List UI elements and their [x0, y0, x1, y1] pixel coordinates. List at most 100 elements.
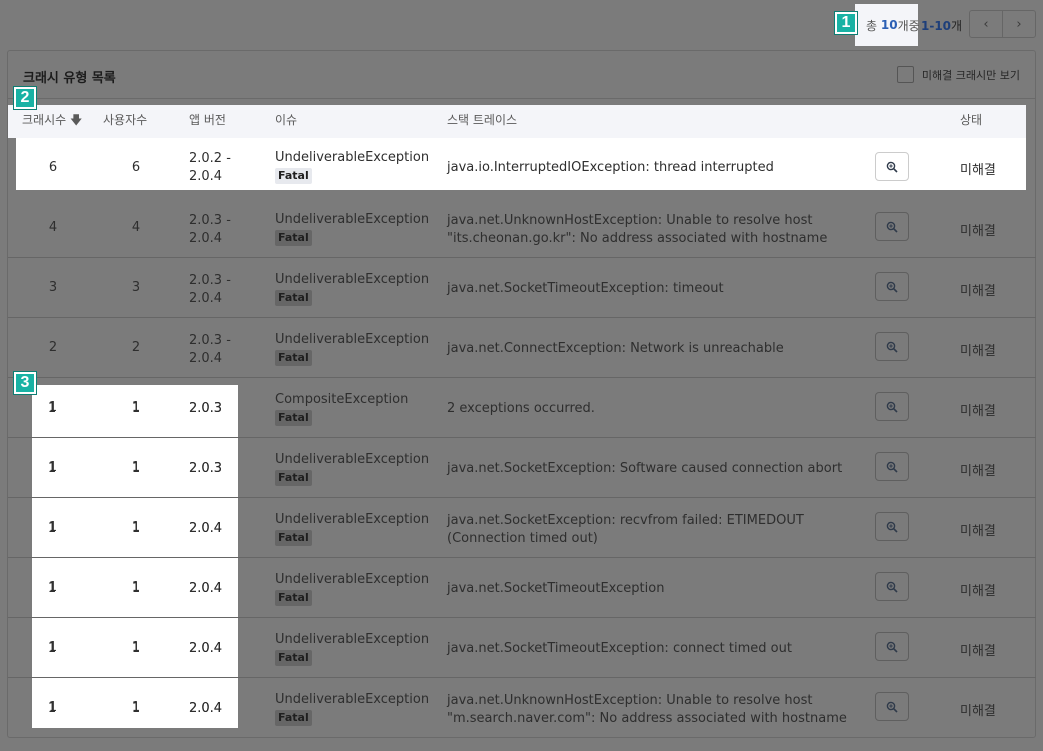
- chevron-right-icon: ›: [1016, 16, 1022, 32]
- col-status[interactable]: 상태: [960, 111, 982, 128]
- issue-cell[interactable]: UndeliverableException Fatal: [275, 631, 429, 667]
- issue-name[interactable]: UndeliverableException: [275, 452, 429, 467]
- table-row[interactable]: 4 4 2.0.3 - 2.0.4 UndeliverableException Fata…: [8, 198, 1036, 258]
- annotation-badge: 2: [14, 87, 36, 109]
- crash-count-cell: 1: [48, 460, 58, 475]
- stack-trace-line: java.net.SocketTimeoutException: timeout: [447, 281, 724, 296]
- zoom-in-icon: [886, 341, 898, 353]
- version-range-start: 2.0.4: [189, 581, 223, 596]
- prev-page-button[interactable]: ‹: [970, 11, 1002, 37]
- zoom-detail-button[interactable]: [875, 392, 909, 421]
- pager-range-value: 1-10: [921, 19, 952, 33]
- status-cell: 미해결: [960, 344, 996, 359]
- crash-count-cell: 4: [48, 220, 58, 235]
- pager-total-count: 10: [880, 18, 898, 32]
- fatal-badge: Fatal: [275, 230, 312, 246]
- col-crash-count[interactable]: 크래시수 🡇: [22, 111, 82, 132]
- status-cell: 미해결: [960, 284, 996, 299]
- annotation-badge: 3: [14, 372, 36, 394]
- version-range-start: 2.0.3 -: [189, 333, 231, 348]
- table-row[interactable]: 6 6 2.0.2 - 2.0.4 UndeliverableException Fata…: [16, 138, 1026, 190]
- table-row[interactable]: 1 1 2.0.4 UndeliverableException Fatal java.n…: [8, 558, 1036, 618]
- table-row[interactable]: 1 1 2.0.4 UndeliverableException Fatal java.n…: [8, 618, 1036, 678]
- status-cell: 미해결: [960, 644, 996, 659]
- crash-count-cell: 1: [48, 580, 58, 595]
- issue-name[interactable]: UndeliverableException: [275, 332, 429, 347]
- status-cell: 미해결: [960, 584, 996, 599]
- pager-total-suffix: 개중: [897, 18, 920, 33]
- user-count-cell: 1: [131, 400, 141, 415]
- table-row[interactable]: 3 3 2.0.3 - 2.0.4 UndeliverableException Fata…: [8, 258, 1036, 318]
- issue-name[interactable]: UndeliverableException: [275, 572, 429, 587]
- version-range-start: 2.0.3: [189, 401, 223, 416]
- table-row[interactable]: 1 1 2.0.4 UndeliverableException Fatal java.n…: [8, 498, 1036, 558]
- issue-cell[interactable]: UndeliverableException Fatal: [275, 331, 429, 367]
- user-count-cell: 3: [131, 280, 141, 295]
- version-range-start: 2.0.2 -: [189, 151, 231, 166]
- issue-cell[interactable]: UndeliverableException Fatal: [275, 271, 429, 307]
- zoom-in-icon: [886, 161, 898, 173]
- table-row[interactable]: 1 1 2.0.3 CompositeException Fatal 2 exceptio…: [8, 378, 1036, 438]
- issue-cell[interactable]: UndeliverableException Fatal: [275, 451, 429, 487]
- fatal-badge: Fatal: [275, 168, 312, 184]
- unresolved-filter[interactable]: 미해결 크래시만 보기: [896, 66, 1020, 83]
- user-count-cell: 1: [131, 460, 141, 475]
- stack-trace-line: java.net.SocketException: Software cause…: [447, 461, 843, 476]
- zoom-detail-button[interactable]: [875, 512, 909, 541]
- table-header: 크래시수 🡇 사용자수 앱 버전 이슈 스택 트레이스 상태: [8, 105, 1026, 138]
- zoom-in-icon: [886, 641, 898, 653]
- issue-cell[interactable]: CompositeException Fatal: [275, 391, 408, 427]
- next-page-button[interactable]: ›: [1002, 11, 1035, 37]
- stack-trace-cell: java.net.SocketTimeoutException: [447, 580, 664, 598]
- zoom-detail-button[interactable]: [875, 692, 909, 721]
- issue-name[interactable]: UndeliverableException: [275, 632, 429, 647]
- col-stack-trace[interactable]: 스택 트레이스: [447, 111, 517, 128]
- stack-trace-cell: java.io.InterruptedIOException: thread i…: [447, 159, 774, 177]
- zoom-detail-button[interactable]: [875, 272, 909, 301]
- annotation-badge: 1: [835, 12, 857, 34]
- user-count-cell: 1: [131, 580, 141, 595]
- user-count-cell: 4: [131, 220, 141, 235]
- table-row[interactable]: 1 1 2.0.4 UndeliverableException Fatal java.n…: [8, 678, 1036, 738]
- col-app-version[interactable]: 앱 버전: [189, 111, 226, 128]
- zoom-in-icon: [886, 221, 898, 233]
- zoom-detail-button[interactable]: [875, 452, 909, 481]
- zoom-in-icon: [886, 701, 898, 713]
- table-row[interactable]: 1 1 2.0.3 UndeliverableException Fatal java.n…: [8, 438, 1036, 498]
- zoom-detail-button[interactable]: [875, 332, 909, 361]
- version-range-end: 2.0.4: [189, 291, 223, 306]
- col-user-count[interactable]: 사용자수: [103, 111, 147, 128]
- zoom-detail-button[interactable]: [875, 152, 909, 181]
- fatal-badge: Fatal: [275, 710, 312, 726]
- issue-cell[interactable]: UndeliverableException Fatal: [275, 691, 429, 727]
- issue-name[interactable]: CompositeException: [275, 392, 408, 407]
- stack-trace-line: "m.search.naver.com": No address associa…: [447, 711, 847, 726]
- zoom-detail-button[interactable]: [875, 212, 909, 241]
- issue-cell[interactable]: UndeliverableException Fatal: [275, 511, 429, 547]
- issue-name[interactable]: UndeliverableException: [275, 512, 429, 527]
- issue-name[interactable]: UndeliverableException: [275, 692, 429, 707]
- zoom-detail-button[interactable]: [875, 572, 909, 601]
- issue-cell[interactable]: UndeliverableException Fatal: [275, 149, 429, 185]
- stack-trace-line: (Connection timed out): [447, 531, 598, 546]
- user-count-cell: 1: [131, 700, 141, 715]
- unresolved-only-checkbox[interactable]: [896, 66, 914, 83]
- version-range-start: 2.0.4: [189, 641, 223, 656]
- issue-cell[interactable]: UndeliverableException Fatal: [275, 211, 429, 247]
- stack-trace-cell: java.net.SocketTimeoutException: timeout: [447, 280, 724, 298]
- user-count-cell: 1: [131, 520, 141, 535]
- zoom-detail-button[interactable]: [875, 632, 909, 661]
- col-issue[interactable]: 이슈: [275, 111, 297, 128]
- crash-count-cell: 3: [48, 280, 58, 295]
- issue-cell[interactable]: UndeliverableException Fatal: [275, 571, 429, 607]
- version-range-start: 2.0.3: [189, 461, 223, 476]
- issue-name[interactable]: UndeliverableException: [275, 150, 429, 165]
- panel-title: 크래시 유형 목록: [23, 71, 116, 86]
- panel-header: 크래시 유형 목록 미해결 크래시만 보기: [8, 51, 1035, 99]
- table-row[interactable]: 2 2 2.0.3 - 2.0.4 UndeliverableException Fata…: [8, 318, 1036, 378]
- crash-count-cell: 1: [48, 400, 58, 415]
- issue-name[interactable]: UndeliverableException: [275, 212, 429, 227]
- issue-name[interactable]: UndeliverableException: [275, 272, 429, 287]
- version-range-start: 2.0.3 -: [189, 213, 231, 228]
- app-version-cell: 2.0.4: [189, 700, 249, 718]
